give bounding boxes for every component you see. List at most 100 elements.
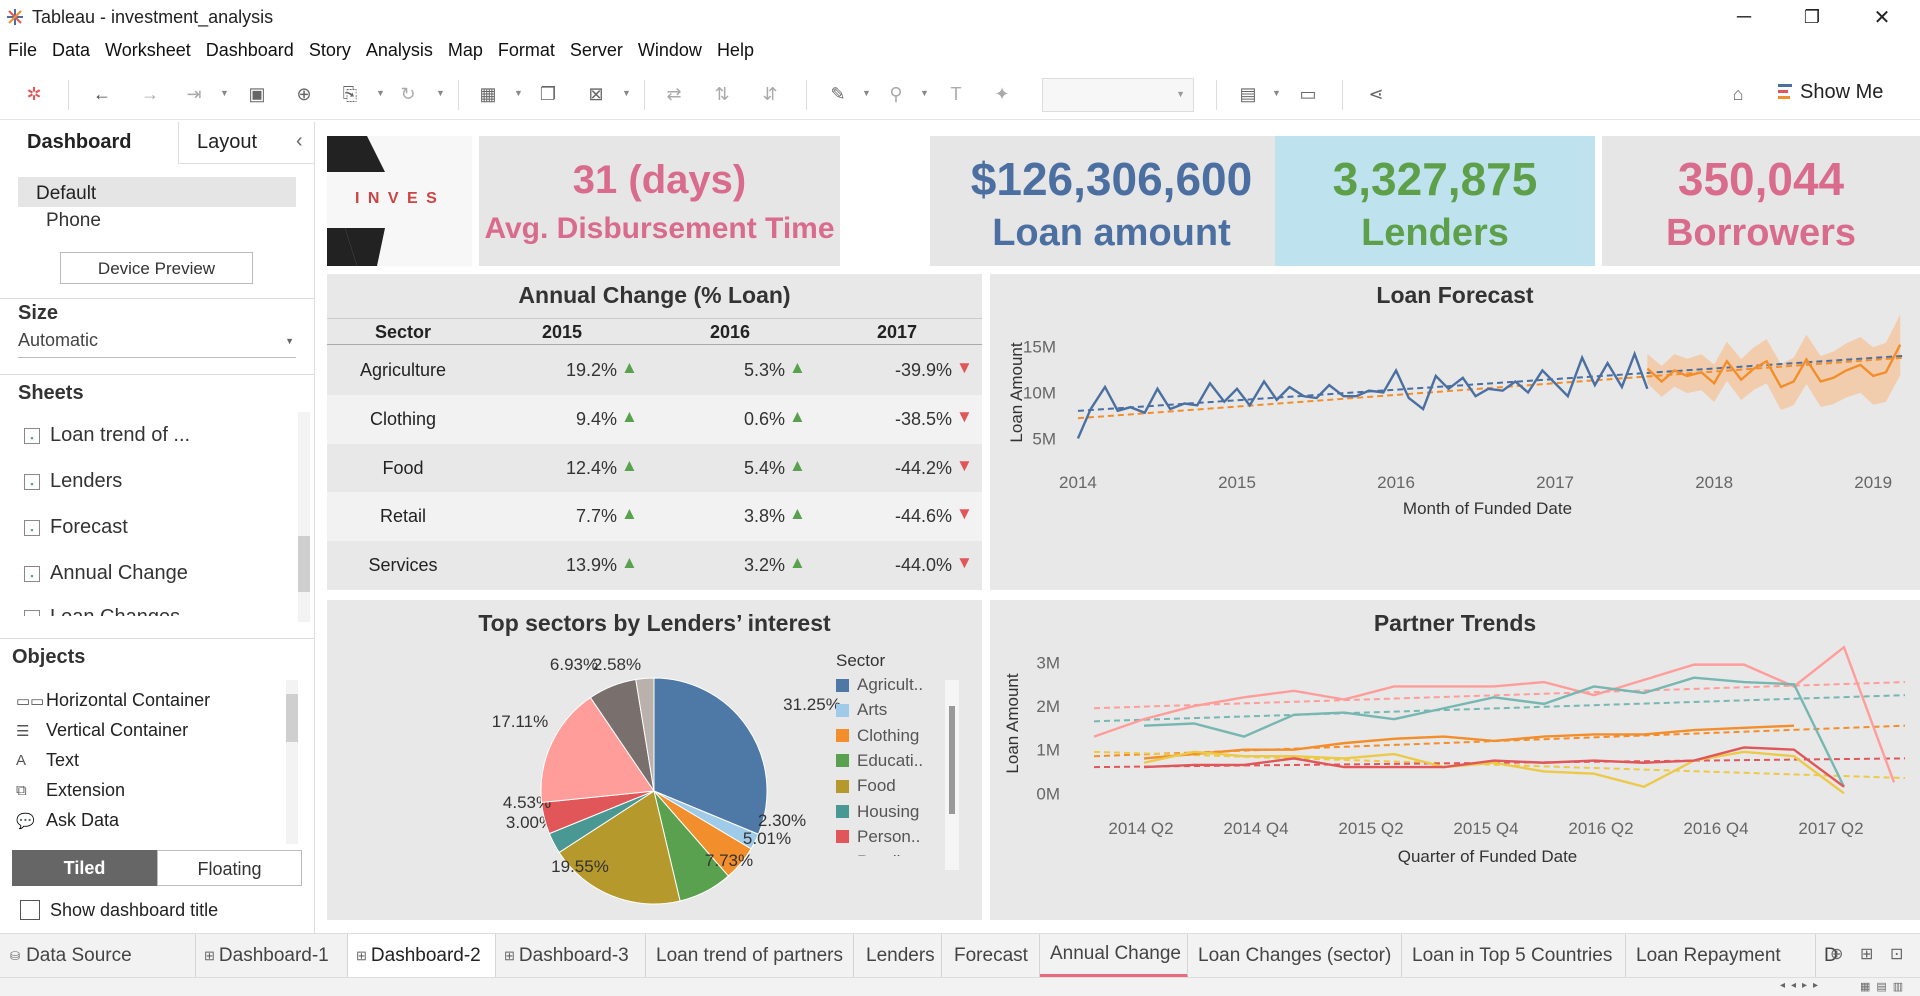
tab-dashboard[interactable]: Dashboard: [0, 122, 178, 164]
menu-window[interactable]: Window: [638, 40, 702, 61]
labels-icon[interactable]: T: [944, 82, 968, 106]
object-horizontal-container[interactable]: ▭▭ Horizontal Container: [16, 690, 210, 711]
menu-help[interactable]: Help: [717, 40, 754, 61]
object-text[interactable]: A Text: [16, 750, 79, 771]
loan-forecast-chart[interactable]: 5M 10M 15M 2014 2015 2016 2017 2018 2019 Month of…: [990, 274, 1920, 590]
tab-top5-countries[interactable]: Loan in Top 5 Countries: [1402, 934, 1626, 978]
device-icon[interactable]: ▭: [1296, 82, 1320, 106]
table-row[interactable]: Agriculture 19.2% ▲ 5.3% ▲ -39.9% ▼: [327, 346, 982, 395]
fit-dropdown[interactable]: ▼: [1042, 78, 1194, 112]
legend-item[interactable]: Educati..: [836, 751, 923, 771]
save-icon[interactable]: ▣: [245, 82, 269, 106]
swap-icon[interactable]: ⇄: [662, 82, 686, 106]
table-row[interactable]: Retail 7.7% ▲ 3.8% ▲ -44.6% ▼: [327, 492, 982, 542]
close-button[interactable]: ✕: [1852, 0, 1912, 34]
legend-item[interactable]: Arts: [836, 700, 887, 720]
group-icon[interactable]: ⚲: [884, 82, 908, 106]
legend-scrollbar[interactable]: [945, 680, 959, 870]
partner-trends-panel[interactable]: Partner Trends 0M 1M 2M 3M 2014 Q2 2014 Q4 201…: [990, 600, 1920, 920]
tab-annual-change[interactable]: Annual Change: [1040, 934, 1188, 978]
menu-story[interactable]: Story: [309, 40, 351, 61]
pause-updates-icon[interactable]: ⎘: [338, 82, 362, 106]
show-me-button[interactable]: Show Me: [1800, 81, 1883, 104]
undo-icon[interactable]: ←: [90, 82, 114, 106]
floating-button[interactable]: Floating: [157, 850, 302, 886]
new-worksheet-icon[interactable]: ▦: [476, 82, 500, 106]
table-row[interactable]: Services 13.9% ▲ 3.2% ▲ -44.0% ▼: [327, 541, 982, 590]
menu-server[interactable]: Server: [570, 40, 623, 61]
show-title-checkbox[interactable]: [20, 900, 40, 920]
highlight-icon[interactable]: ✎: [826, 82, 850, 106]
tab-navigation-icon[interactable]: ◂◂▸▸: [1780, 980, 1824, 991]
tab-loan-changes[interactable]: Loan Changes (sector): [1188, 934, 1402, 978]
legend-item[interactable]: Housing: [836, 802, 919, 822]
legend-item[interactable]: Clothing: [836, 726, 919, 746]
objects-scrollbar[interactable]: [286, 680, 298, 844]
kpi-lenders[interactable]: 3,327,875 Lenders: [1275, 136, 1595, 266]
legend-item[interactable]: Person..: [836, 827, 920, 847]
share-icon[interactable]: ⋖: [1364, 82, 1388, 106]
tab-dashboard-3[interactable]: ⊞ Dashboard-3: [496, 934, 646, 978]
tab-forecast[interactable]: Forecast: [942, 934, 1040, 978]
sort-desc-icon[interactable]: ⇵: [758, 82, 782, 106]
device-default[interactable]: Default: [18, 177, 296, 207]
menu-data[interactable]: Data: [52, 40, 90, 61]
sheet-item-forecast[interactable]: ▪ Forecast: [24, 516, 128, 539]
annual-change-panel[interactable]: Annual Change (% Loan) Sector 2015 2016 …: [327, 274, 982, 590]
tab-loan-repayment[interactable]: Loan Repayment: [1626, 934, 1816, 978]
menu-format[interactable]: Format: [498, 40, 555, 61]
redo-icon[interactable]: →: [138, 82, 162, 106]
new-story-tab-icon[interactable]: ⊡: [1890, 944, 1903, 964]
tab-dashboard-1[interactable]: ⊞ Dashboard-1: [196, 934, 348, 978]
table-row[interactable]: Food 12.4% ▲ 5.4% ▲ -44.2% ▼: [327, 443, 982, 493]
partner-trends-chart[interactable]: 0M 1M 2M 3M 2014 Q2 2014 Q4 2015 Q2 2015 Q4 2016…: [990, 600, 1920, 920]
loan-forecast-panel[interactable]: Loan Forecast 5M 10M 15M 2014 2015 2016 2017 20…: [990, 274, 1920, 590]
new-dashboard-tab-icon[interactable]: ⊞: [1860, 944, 1873, 964]
refresh-icon[interactable]: ↻: [396, 82, 420, 106]
sheet-item-loan-trend[interactable]: ▪ Loan trend of ...: [24, 424, 190, 447]
tab-loan-trend[interactable]: Loan trend of partners: [646, 934, 854, 978]
tiled-button[interactable]: Tiled: [12, 850, 157, 886]
sort-asc-icon[interactable]: ⇅: [710, 82, 734, 106]
device-phone[interactable]: Phone: [46, 210, 101, 232]
tab-layout[interactable]: Layout: [178, 122, 314, 164]
menu-dashboard[interactable]: Dashboard: [206, 40, 294, 61]
presentation-icon[interactable]: ▤: [1236, 82, 1260, 106]
menu-analysis[interactable]: Analysis: [366, 40, 433, 61]
clear-sheet-icon[interactable]: ⊠: [584, 82, 608, 106]
legend-item[interactable]: Retail: [836, 852, 900, 856]
sheets-scrollbar[interactable]: [298, 412, 310, 622]
legend-item[interactable]: Agricult..: [836, 675, 923, 695]
object-vertical-container[interactable]: ☰ Vertical Container: [16, 720, 188, 741]
tab-data-source[interactable]: ⛁ Data Source: [0, 934, 196, 978]
sheet-item-lenders[interactable]: ▪ Lenders: [24, 470, 122, 493]
pin-icon[interactable]: ✦: [990, 82, 1014, 106]
sheet-item-annual-change[interactable]: ▪ Annual Change: [24, 562, 188, 585]
menu-file[interactable]: File: [8, 40, 37, 61]
replay-icon[interactable]: ⇥: [182, 82, 206, 106]
top-sectors-panel[interactable]: Top sectors by Lenders’ interest 31.25% 2…: [327, 600, 982, 920]
object-ask-data[interactable]: 💬 Ask Data: [16, 810, 119, 831]
duplicate-icon[interactable]: ❐: [536, 82, 560, 106]
new-worksheet-tab-icon[interactable]: ⊕: [1830, 944, 1843, 964]
legend-item[interactable]: Food: [836, 776, 896, 796]
new-datasource-icon[interactable]: ⊕: [292, 82, 316, 106]
view-mode-icon[interactable]: ▦▤▥: [1860, 980, 1909, 993]
tab-dashboard-2[interactable]: ⊞ Dashboard-2: [348, 934, 496, 978]
collapse-panel-icon[interactable]: ‹: [296, 130, 303, 153]
object-extension[interactable]: ⧉ Extension: [16, 780, 125, 801]
tableau-home-icon[interactable]: ✲: [22, 82, 46, 106]
tab-lenders[interactable]: Lenders: [854, 934, 942, 978]
table-row[interactable]: Clothing 9.4% ▲ 0.6% ▲ -38.5% ▼: [327, 394, 982, 444]
size-dropdown[interactable]: Automatic ▼: [18, 330, 296, 358]
sheet-item-loan-changes[interactable]: ▪Loan Changes: [24, 606, 180, 616]
sector-legend[interactable]: Sector Agricult.. Arts Clothing Educati.. Fo…: [832, 651, 982, 861]
maximize-button[interactable]: ❐: [1782, 0, 1842, 34]
kpi-borrowers[interactable]: 350,044 Borrowers: [1602, 136, 1920, 266]
minimize-button[interactable]: ─: [1714, 0, 1774, 34]
menu-map[interactable]: Map: [448, 40, 483, 61]
device-preview-button[interactable]: Device Preview: [60, 252, 253, 284]
kpi-disbursement-time[interactable]: 31 (days) Avg. Disbursement Time: [479, 136, 840, 266]
menu-worksheet[interactable]: Worksheet: [105, 40, 191, 61]
format-painter-icon[interactable]: ⌂: [1726, 82, 1750, 106]
